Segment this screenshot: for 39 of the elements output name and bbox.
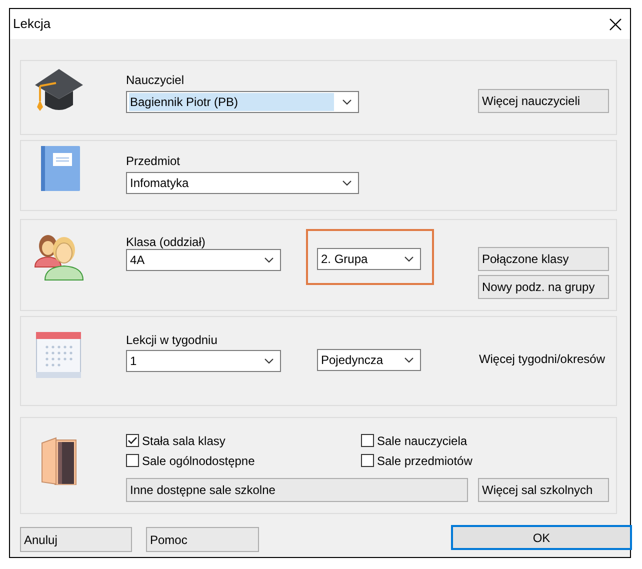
group-dropdown[interactable]: 2. Grupa [317, 248, 421, 270]
class-option-button[interactable]: Nowy podz. na grupy [478, 275, 609, 299]
subject-dropdown[interactable]: Infomatyka [126, 172, 359, 194]
chevron-icon [264, 257, 274, 263]
dialog-button[interactable]: Anuluj [20, 527, 132, 552]
field-label: Przedmiot [126, 154, 182, 170]
more-teachers-button[interactable]: Więcej nauczycieli [478, 89, 609, 113]
dialog-button[interactable]: OK [451, 525, 632, 550]
class-option-button[interactable]: Połączone klasy [478, 247, 609, 271]
door-icon [40, 437, 76, 485]
chevron-icon [342, 99, 352, 105]
more-rooms-button[interactable]: Więcej sal szkolnych [478, 478, 609, 502]
checkbox-label: Stała sala klasy [142, 432, 226, 450]
checkbox[interactable] [126, 434, 139, 447]
checkbox[interactable] [361, 454, 374, 467]
chevron-icon [264, 358, 274, 364]
field-label: Nauczyciel [126, 73, 186, 89]
class-dropdown[interactable]: 4A [126, 249, 281, 271]
chevron-icon [404, 357, 414, 363]
dialog-button[interactable]: Pomoc [146, 527, 259, 552]
chevron-icon [404, 256, 414, 262]
checkbox[interactable] [126, 454, 139, 467]
teacher-dropdown[interactable]: Bagiennik Piotr (PB) [126, 91, 359, 113]
field-label: Lekcji w tygodniu [126, 333, 218, 349]
checkbox[interactable] [361, 434, 374, 447]
lesson-type-dropdown[interactable]: Pojedyncza [317, 349, 421, 371]
checkbox-label: Sale ogólnodostępne [142, 452, 255, 470]
calendar-icon [36, 332, 81, 378]
graduation-cap-icon [34, 69, 84, 113]
field-label: Klasa (oddział) [126, 236, 206, 249]
window-title: Lekcja [13, 15, 51, 34]
checkbox-label: Sale nauczyciela [377, 432, 468, 450]
chevron-icon [342, 180, 352, 186]
other-rooms-button[interactable]: Inne dostępne sale szkolne [126, 478, 468, 502]
close-icon[interactable] [609, 18, 622, 30]
lessons-dropdown[interactable]: 1 [126, 350, 281, 372]
checkbox-label: Sale przedmiotów [377, 452, 472, 470]
book-icon [40, 146, 80, 192]
more-weeks-link[interactable]: Więcej tygodni/okresów [478, 350, 605, 364]
